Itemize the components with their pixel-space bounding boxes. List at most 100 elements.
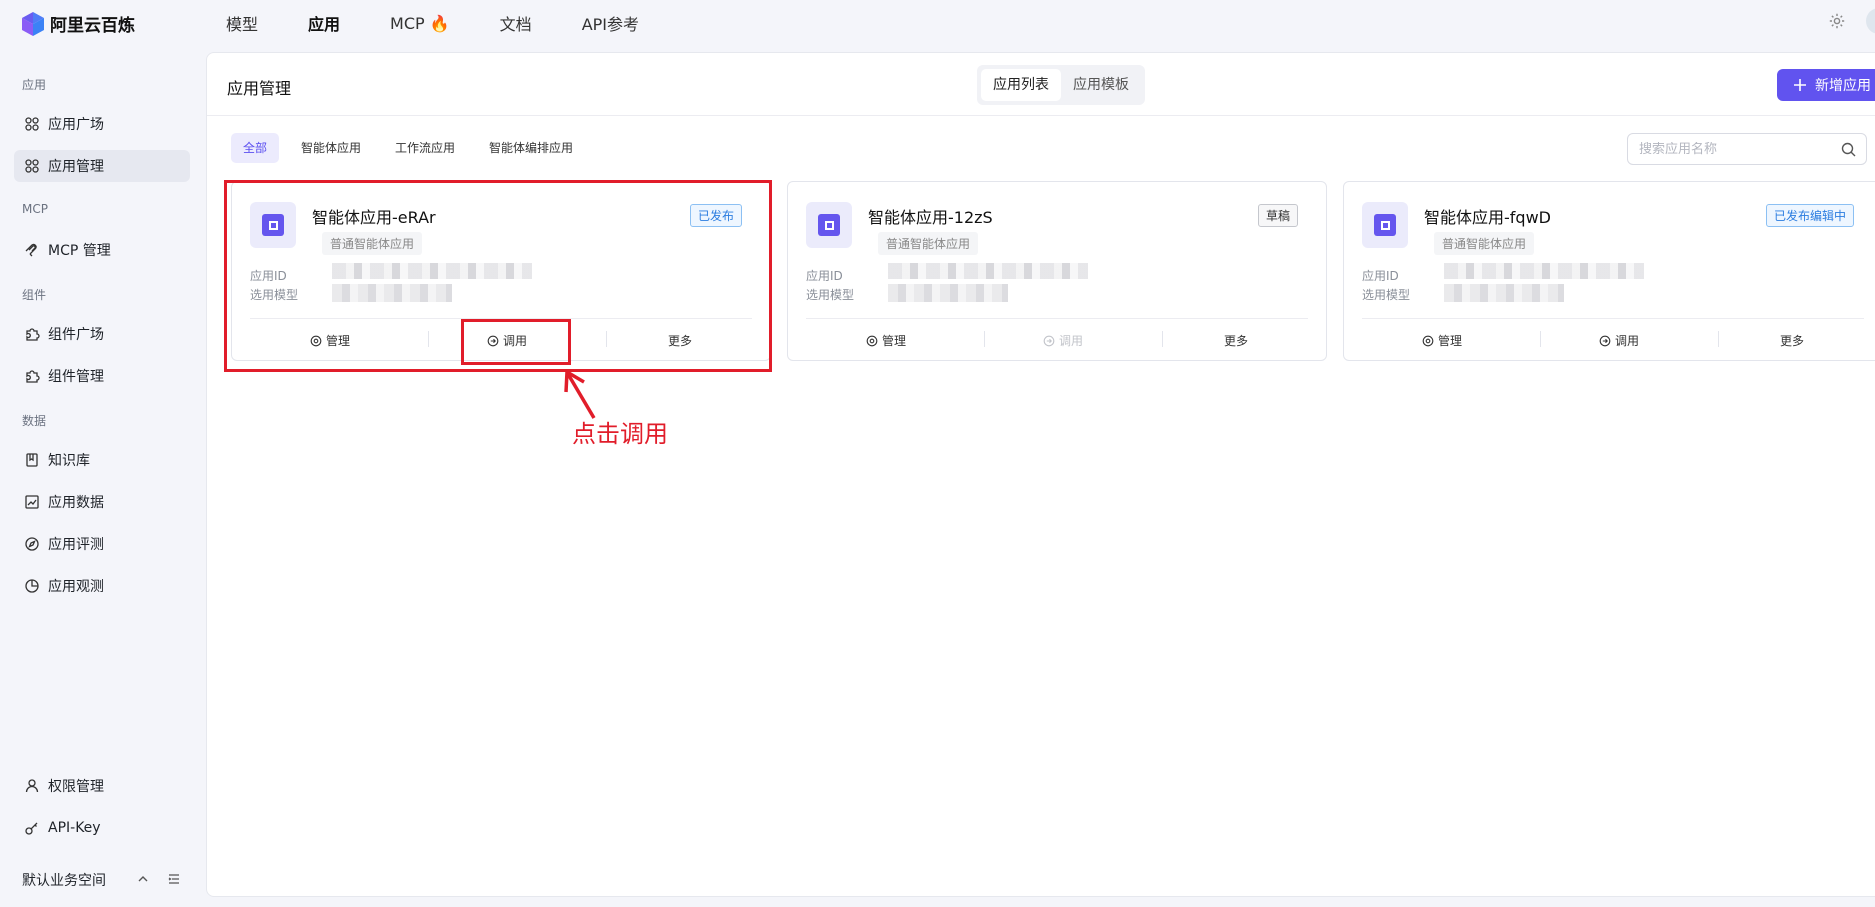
section-label-component: 组件 (22, 288, 47, 302)
section-label-data: 数据 (22, 414, 47, 428)
more-label: 更多 (1224, 334, 1249, 348)
invoke-button: 调用 (1043, 332, 1083, 349)
app-name[interactable]: 智能体应用-12zS (868, 204, 993, 228)
workspace-selector[interactable]: 默认业务空间 (22, 870, 106, 890)
sidebar-item-app-evaluation[interactable]: 应用评测 (14, 528, 190, 560)
search-input[interactable] (1639, 141, 1839, 157)
sidebar-item-permission-management[interactable]: 权限管理 (14, 770, 190, 802)
filter-agent-orchestration-app[interactable]: 智能体编排应用 (477, 133, 585, 163)
tab-app-templates[interactable]: 应用模板 (1061, 69, 1141, 101)
invoke-icon (1599, 335, 1611, 346)
blurred-app-id (888, 263, 1088, 279)
sidebar-item-label: 权限管理 (48, 779, 104, 795)
apps-icon (25, 159, 39, 173)
sidebar-item-label: 应用数据 (48, 495, 104, 511)
filter-all[interactable]: 全部 (231, 133, 280, 163)
model-label: 选用模型 (806, 288, 855, 302)
main-panel: 应用管理 应用列表 应用模板 新增应用 全部 智能体应用 工作流应用 智能体编排… (206, 52, 1875, 897)
sidebar-item-app-observation[interactable]: 应用观测 (14, 570, 190, 602)
section-label-mcp: MCP (22, 202, 48, 216)
section-label-app: 应用 (22, 78, 47, 92)
sidebar-item-label: 知识库 (48, 453, 90, 469)
app-name[interactable]: 智能体应用-fqwD (1424, 204, 1551, 228)
type-filters: 全部 智能体应用 工作流应用 智能体编排应用 (231, 133, 595, 163)
puzzle-icon (26, 370, 40, 383)
invoke-button[interactable]: 调用 (1599, 332, 1639, 349)
app-card[interactable]: 智能体应用-12zS 普通智能体应用 草稿 应用ID 选用模型 管理 调用 更多 (787, 181, 1327, 361)
book-icon (26, 453, 38, 467)
sidebar-item-knowledge-base[interactable]: 知识库 (14, 444, 190, 476)
mcp-icon (25, 243, 37, 257)
card-divider (1362, 318, 1864, 319)
annotation-text: 点击调用 (572, 420, 668, 448)
view-tabs: 应用列表 应用模板 (977, 65, 1145, 105)
add-app-button[interactable]: 新增应用 (1777, 69, 1875, 101)
avatar[interactable] (1866, 8, 1875, 34)
invoke-label: 调用 (1059, 334, 1084, 348)
manage-label: 管理 (882, 334, 907, 348)
app-id-label: 应用ID (806, 269, 843, 283)
action-separator (1540, 331, 1541, 347)
sidebar-item-component-plaza[interactable]: 组件广场 (14, 318, 190, 350)
action-separator (984, 331, 985, 347)
manage-button[interactable]: 管理 (866, 332, 906, 349)
nav-api-reference[interactable]: API参考 (582, 11, 639, 35)
sidebar-item-app-plaza[interactable]: 应用广场 (14, 108, 190, 140)
manage-label: 管理 (1438, 334, 1463, 348)
user-icon (25, 779, 39, 793)
search-box (1627, 133, 1867, 165)
gear-icon[interactable] (1828, 12, 1846, 30)
plus-icon (1794, 79, 1806, 91)
sidebar: 应用 应用广场 应用管理 MCP MCP 管理 组件 组件广场 组件管理 数据 … (0, 52, 206, 907)
sidebar-item-app-management[interactable]: 应用管理 (14, 150, 190, 182)
status-badge: 已发布编辑中 (1765, 204, 1854, 227)
app-icon (1362, 202, 1408, 248)
sidebar-item-label: API-Key (48, 820, 101, 836)
sidebar-item-component-management[interactable]: 组件管理 (14, 360, 190, 392)
sidebar-item-label: 应用观测 (48, 579, 104, 595)
status-badge: 草稿 (1257, 204, 1298, 227)
logo-icon (22, 11, 44, 36)
model-label: 选用模型 (1362, 288, 1411, 302)
logo[interactable]: 阿里云百炼 (22, 11, 135, 36)
collapse-menu-icon[interactable] (167, 872, 181, 886)
app-name: 阿里云百炼 (50, 16, 135, 36)
filter-agent-app[interactable]: 智能体应用 (289, 133, 373, 163)
header-divider (207, 115, 1875, 116)
annotation-highlight-invoke (461, 319, 571, 365)
blurred-model (1444, 284, 1564, 302)
app-type-tag: 普通智能体应用 (878, 232, 979, 255)
sidebar-item-label: 应用广场 (48, 117, 104, 133)
sidebar-item-api-key[interactable]: API-Key (14, 812, 190, 844)
chevron-up-icon[interactable] (136, 872, 150, 886)
apps-icon (25, 117, 39, 131)
manage-button[interactable]: 管理 (1422, 332, 1462, 349)
sidebar-item-app-data[interactable]: 应用数据 (14, 486, 190, 518)
settings-icon (1422, 335, 1434, 346)
sidebar-item-label: 应用管理 (48, 159, 104, 175)
nav-docs[interactable]: 文档 (500, 11, 532, 35)
tab-app-list[interactable]: 应用列表 (981, 69, 1061, 101)
app-id-label: 应用ID (1362, 269, 1399, 283)
top-nav: 模型 应用 MCP 🔥 文档 API参考 (226, 0, 689, 46)
sidebar-item-label: 组件广场 (48, 327, 104, 343)
more-button[interactable]: 更多 (1780, 332, 1804, 349)
sidebar-item-label: 应用评测 (48, 537, 104, 553)
sidebar-item-mcp-management[interactable]: MCP 管理 (14, 234, 190, 266)
key-icon (25, 822, 38, 835)
filter-workflow-app[interactable]: 工作流应用 (383, 133, 467, 163)
nav-mcp[interactable]: MCP 🔥 (390, 14, 450, 33)
pie-icon (25, 579, 39, 593)
chart-icon (25, 495, 39, 509)
compass-icon (25, 537, 39, 551)
invoke-label: 调用 (1615, 334, 1640, 348)
app-card[interactable]: 智能体应用-fqwD 普通智能体应用 已发布编辑中 应用ID 选用模型 管理 调… (1343, 181, 1875, 361)
action-separator (1718, 331, 1719, 347)
search-icon[interactable] (1841, 142, 1856, 157)
more-button[interactable]: 更多 (1224, 332, 1248, 349)
invoke-icon (1043, 335, 1055, 346)
nav-apps[interactable]: 应用 (308, 11, 340, 35)
app-type-tag: 普通智能体应用 (1434, 232, 1535, 255)
blurred-app-id (1444, 263, 1644, 279)
nav-models[interactable]: 模型 (226, 11, 258, 35)
